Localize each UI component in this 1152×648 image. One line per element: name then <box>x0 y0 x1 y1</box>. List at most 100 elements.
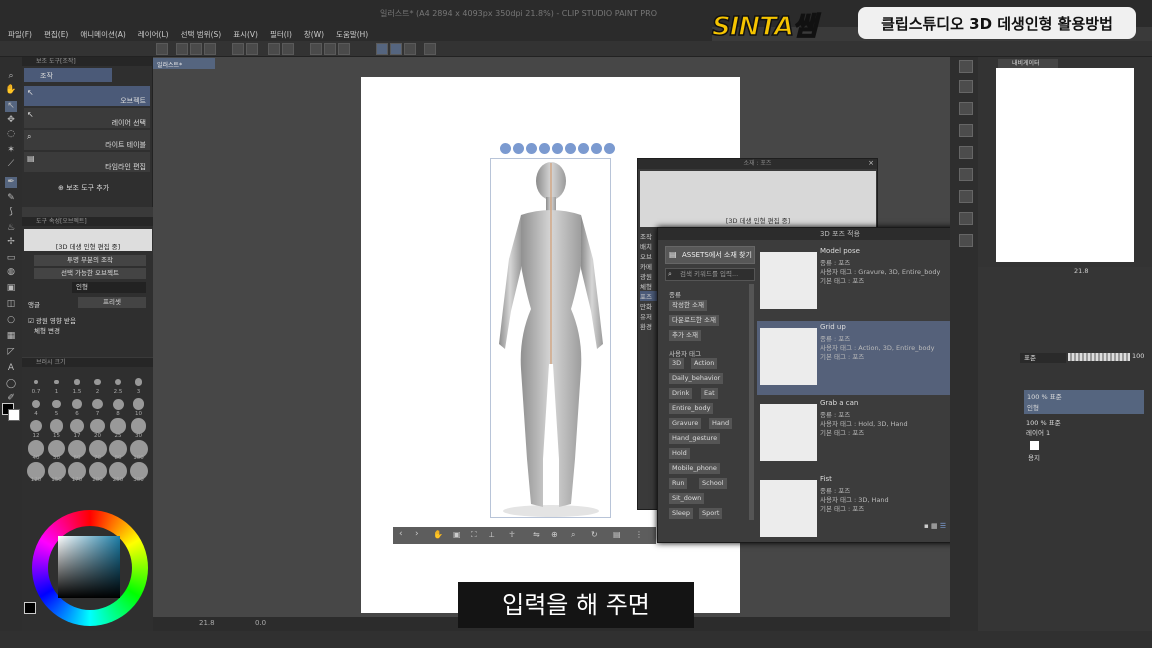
rotate-x-icon[interactable] <box>591 143 602 154</box>
brush-size-cell[interactable]: 80 <box>108 440 128 461</box>
subtool-tab[interactable]: 조작 <box>24 68 112 82</box>
material-side-item[interactable]: 만화 <box>640 301 658 311</box>
model-name-field[interactable]: 인형 <box>72 282 146 293</box>
user-tag[interactable]: Daily_behavior <box>669 373 724 384</box>
angle-value[interactable]: 0.0 <box>255 619 266 627</box>
move-icon[interactable] <box>552 143 563 154</box>
material-close-icon[interactable]: × <box>868 159 874 167</box>
menu-file[interactable]: 파일(F) <box>8 29 32 40</box>
snap-special-ruler-icon[interactable] <box>390 43 402 55</box>
list-view-icon[interactable]: ☰ <box>940 522 946 530</box>
brush-size-cell[interactable]: 15 <box>47 418 67 439</box>
search-panel-icon[interactable] <box>959 60 973 73</box>
brush-size-cell[interactable]: 200 <box>88 462 108 483</box>
selectable-object-select[interactable]: 선택 가능한 오브젝트 <box>34 268 146 279</box>
brush-size-cell[interactable]: 70 <box>88 440 108 461</box>
layer-property-panel-icon[interactable] <box>959 80 973 93</box>
pose-icon[interactable]: ☥ <box>509 530 515 539</box>
user-tag[interactable]: Gravure <box>669 418 702 429</box>
opacity-value[interactable]: 100 <box>1132 352 1144 360</box>
transparent-operation-select[interactable]: 투명 부분의 조작 <box>34 255 146 266</box>
tag-scrollbar[interactable] <box>749 284 754 520</box>
layer-item-layer1[interactable]: 100 % 표준 레이어 1 <box>1026 417 1061 437</box>
camera-rotate-icon[interactable] <box>500 143 511 154</box>
save-icon[interactable] <box>204 43 216 55</box>
type-tag[interactable]: 다운로드한 소재 <box>669 315 719 326</box>
move-layer-icon[interactable]: ✥ <box>5 115 17 126</box>
brush-size-cell[interactable]: 8 <box>108 396 128 417</box>
sub-color-swatch[interactable] <box>8 409 20 421</box>
layer-property-icon[interactable] <box>424 43 436 55</box>
rotate-icon[interactable] <box>565 143 576 154</box>
light-source-checkbox[interactable]: ☑ 광원 영향 받음 <box>28 315 76 325</box>
hand-pose-icon[interactable]: ✋ <box>433 530 443 539</box>
subtool-item-timeline[interactable]: ▤ 타임라인 편집 <box>24 152 150 172</box>
frame-border-icon[interactable]: ▦ <box>5 331 17 342</box>
navigator-preview[interactable] <box>996 68 1134 262</box>
brush-tool-icon[interactable]: ⟆ <box>5 207 17 218</box>
user-tag[interactable]: Hand_gesture <box>669 433 721 444</box>
menu-view[interactable]: 표시(V) <box>233 29 258 40</box>
brush-size-cell[interactable]: 300 <box>129 462 149 483</box>
balloon-tool-icon[interactable]: ◯ <box>5 379 17 390</box>
menu-help[interactable]: 도움말(H) <box>336 29 368 40</box>
ground-icon[interactable]: ⟂ <box>489 530 494 540</box>
airbrush-icon[interactable]: ♨ <box>5 223 17 234</box>
blend-tool-icon[interactable]: ◍ <box>5 267 17 278</box>
color-main-swatch[interactable] <box>24 602 36 614</box>
material-side-item[interactable]: 환경 <box>640 321 658 331</box>
user-tag[interactable]: 3D <box>669 358 685 369</box>
close-panel-icon[interactable] <box>959 102 973 115</box>
figure-tool-icon[interactable]: ○ <box>5 315 17 326</box>
brush-size-cell[interactable]: 1.5 <box>67 374 87 395</box>
pencil-tool-icon[interactable]: ✎ <box>5 193 17 204</box>
grid-view-icon[interactable]: ▦ <box>931 522 938 530</box>
reset-icon[interactable]: ↻ <box>591 530 598 539</box>
type-tag[interactable]: 추가 소재 <box>669 330 701 341</box>
menu-window[interactable]: 창(W) <box>304 29 324 40</box>
eyedropper-icon[interactable]: ⟋ <box>5 159 17 170</box>
user-tag[interactable]: Entire_body <box>669 403 714 414</box>
transform-icon[interactable] <box>310 43 322 55</box>
rotate-z-icon[interactable] <box>578 143 589 154</box>
new-file-icon[interactable] <box>176 43 188 55</box>
zoom-tool-icon[interactable]: ⌕ <box>5 71 17 82</box>
zoom-icon[interactable]: ⌕ <box>571 530 575 540</box>
brush-size-cell[interactable]: 40 <box>26 440 46 461</box>
material-side-item[interactable]: 포즈 <box>640 291 658 301</box>
menu-edit[interactable]: 편집(E) <box>44 29 68 40</box>
material-side-item[interactable]: 조작 <box>640 231 658 241</box>
deselect-icon[interactable] <box>324 43 336 55</box>
auto-select-icon[interactable]: ✶ <box>5 145 17 156</box>
camera-pan-icon[interactable] <box>513 143 524 154</box>
material-panel-3-icon[interactable] <box>959 168 973 181</box>
brush-size-cell[interactable]: 60 <box>67 440 87 461</box>
settings-icon[interactable]: ▤ <box>613 530 621 539</box>
more-icon[interactable]: ⋮ <box>635 530 643 539</box>
menu-selection[interactable]: 선택 범위(S) <box>181 29 222 40</box>
keyword-search-input[interactable]: ⌕ 검색 키워드를 입력... <box>665 268 755 281</box>
brush-size-cell[interactable]: 120 <box>26 462 46 483</box>
search-assets-button[interactable]: ▤ ASSETS에서 소재 찾기 <box>665 246 755 264</box>
redo-icon[interactable] <box>246 43 258 55</box>
flip-icon[interactable]: ⇋ <box>533 530 540 539</box>
navigator-tab[interactable]: 내비게이터 <box>998 59 1058 68</box>
brush-size-cell[interactable]: 10 <box>129 396 149 417</box>
hand-tool-icon[interactable]: ✋ <box>5 85 17 96</box>
snap-ruler-icon[interactable] <box>376 43 388 55</box>
lock-icon[interactable]: ⊕ <box>551 530 558 539</box>
nav-zoom-value[interactable]: 21.8 <box>1074 267 1088 275</box>
brush-size-cell[interactable]: 3 <box>129 374 149 395</box>
brush-size-cell[interactable]: 4 <box>26 396 46 417</box>
brush-size-cell[interactable]: 20 <box>88 418 108 439</box>
eraser-icon[interactable]: ▭ <box>5 253 17 264</box>
open-file-icon[interactable] <box>190 43 202 55</box>
blend-mode-select[interactable]: 표준 <box>1020 353 1066 363</box>
saturation-value-square[interactable] <box>58 536 120 598</box>
user-tag[interactable]: Mobile_phone <box>669 463 720 474</box>
layer-item-paper[interactable]: 용지 <box>1028 452 1040 462</box>
brush-size-cell[interactable]: 5 <box>47 396 67 417</box>
user-tag[interactable]: Action <box>691 358 718 369</box>
brush-size-cell[interactable]: 1 <box>47 374 67 395</box>
fit-camera-icon[interactable]: ▣ <box>453 530 461 539</box>
